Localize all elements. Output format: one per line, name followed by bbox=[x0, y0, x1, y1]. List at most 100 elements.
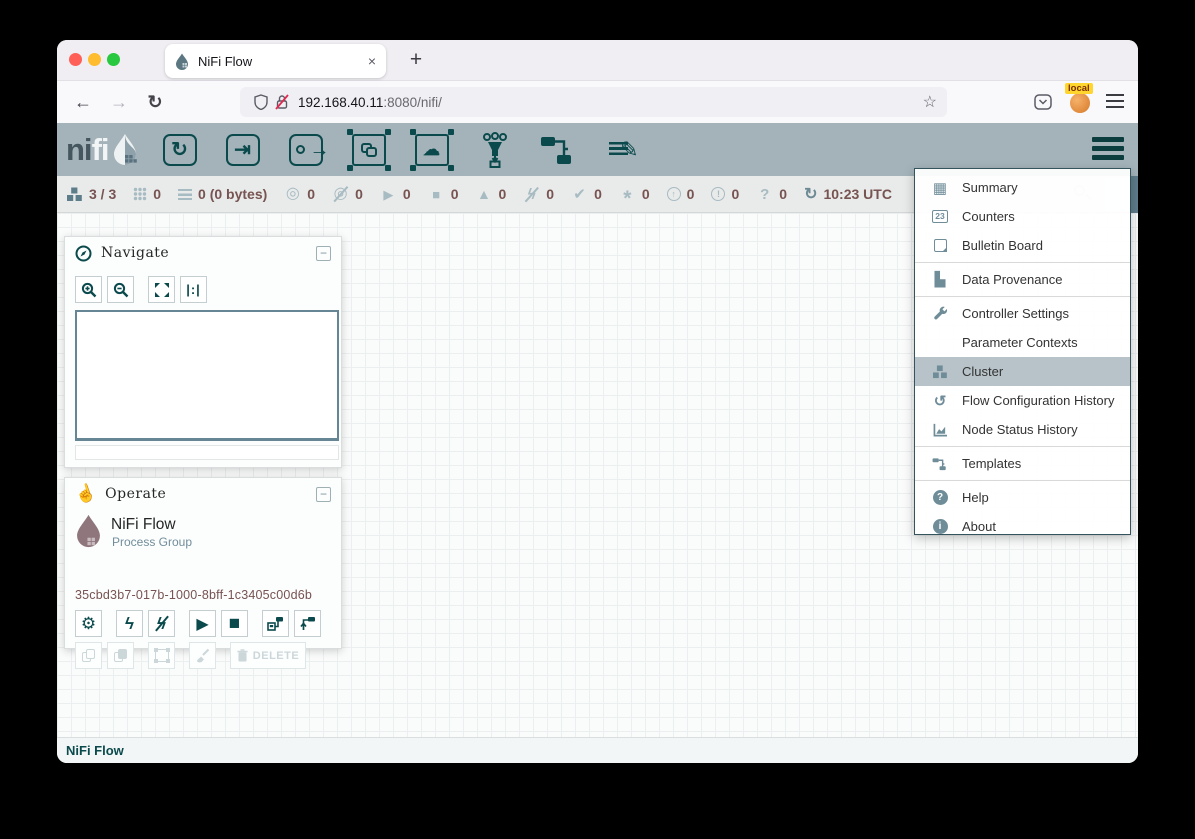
delete-button[interactable]: DELETE bbox=[230, 642, 306, 669]
refresh-icon[interactable]: ↻ bbox=[804, 184, 817, 204]
save-template-icon bbox=[267, 616, 284, 631]
transmitting-icon: ◎ bbox=[284, 186, 301, 202]
copy-button[interactable] bbox=[75, 642, 102, 669]
color-button[interactable] bbox=[189, 642, 216, 669]
processor-component[interactable]: ↻ bbox=[160, 131, 200, 169]
template-component[interactable] bbox=[538, 131, 578, 169]
zoom-fit-button[interactable] bbox=[148, 276, 175, 303]
profile-avatar[interactable] bbox=[1070, 93, 1090, 113]
tab-close-icon[interactable]: × bbox=[368, 53, 376, 69]
component-toolbar: ↻ ⇥ → ☁ bbox=[160, 131, 641, 169]
menu-item-flow-configuration-history[interactable]: ↺ Flow Configuration History bbox=[915, 386, 1130, 415]
trash-icon bbox=[237, 649, 248, 662]
save-template-button[interactable] bbox=[262, 610, 289, 637]
breadcrumb-bar: NiFi Flow bbox=[57, 737, 1138, 763]
reload-icon[interactable]: ↻ bbox=[139, 92, 171, 113]
check-icon: ✔ bbox=[571, 187, 588, 202]
funnel-component[interactable] bbox=[475, 131, 515, 169]
navigate-collapse-button[interactable]: − bbox=[316, 246, 331, 261]
menu-item-cluster[interactable]: Cluster bbox=[915, 357, 1130, 386]
summary-table-icon: ▦ bbox=[928, 179, 952, 197]
menu-item-node-status-history[interactable]: Node Status History bbox=[915, 415, 1130, 444]
output-port-component[interactable]: → bbox=[286, 131, 326, 169]
breadcrumb-root[interactable]: NiFi Flow bbox=[66, 743, 124, 758]
input-port-icon: ⇥ bbox=[234, 140, 251, 160]
logo-ni: ni bbox=[66, 134, 92, 165]
menu-item-parameter-contexts[interactable]: Parameter Contexts bbox=[915, 328, 1130, 357]
template-icon bbox=[540, 134, 576, 166]
output-port-icon bbox=[296, 145, 305, 154]
history-icon: ↺ bbox=[928, 392, 952, 410]
gear-icon: ⚙ bbox=[81, 615, 96, 632]
menu-item-templates[interactable]: Templates bbox=[915, 449, 1130, 478]
status-invalid: ▲ 0 bbox=[475, 186, 506, 202]
menu-label: Data Provenance bbox=[962, 272, 1062, 287]
url-bar[interactable]: 192.168.40.11:8080/nifi/ ☆ bbox=[240, 87, 947, 117]
operate-header[interactable]: ☝ Operate − bbox=[65, 478, 341, 510]
birdseye-minimap[interactable] bbox=[75, 310, 339, 441]
selected-component-id[interactable]: 35cbd3b7-017b-1000-8bff-1c3405c00d6b bbox=[75, 588, 312, 602]
info-icon: i bbox=[928, 519, 952, 534]
operate-collapse-button[interactable]: − bbox=[316, 487, 331, 502]
group-button[interactable] bbox=[148, 642, 175, 669]
menu-item-summary[interactable]: ▦ Summary bbox=[915, 173, 1130, 202]
status-transmitting: ◎ 0 bbox=[284, 186, 315, 202]
tracking-shield-icon[interactable] bbox=[254, 94, 268, 110]
birdseye-slider[interactable] bbox=[75, 445, 339, 460]
status-stale: ↑ 0 bbox=[667, 186, 695, 202]
last-refresh-time: 10:23 UTC bbox=[823, 186, 891, 202]
maximize-window-button[interactable] bbox=[107, 53, 120, 66]
zoom-actual-button[interactable]: |:| bbox=[180, 276, 207, 303]
new-tab-button[interactable]: + bbox=[401, 46, 431, 76]
menu-item-controller-settings[interactable]: Controller Settings bbox=[915, 299, 1130, 328]
cloud-icon: ☁ bbox=[423, 141, 440, 158]
insecure-lock-icon[interactable] bbox=[275, 94, 289, 110]
back-icon[interactable]: ← bbox=[67, 92, 99, 113]
zoom-out-button[interactable] bbox=[107, 276, 134, 303]
browser-navbar: ← → ↻ 192.168.40.11:8080/nifi/ ☆ local bbox=[57, 81, 1138, 123]
forward-icon[interactable]: → bbox=[103, 92, 135, 113]
tab-title: NiFi Flow bbox=[198, 54, 368, 69]
browser-menu-icon[interactable] bbox=[1106, 94, 1124, 108]
menu-item-about[interactable]: i About bbox=[915, 512, 1130, 541]
enable-button[interactable]: ϟ bbox=[116, 610, 143, 637]
paste-button[interactable] bbox=[107, 642, 134, 669]
stop-icon: ■ bbox=[229, 613, 240, 635]
menu-item-counters[interactable]: 23 Counters bbox=[915, 202, 1130, 231]
configure-button[interactable]: ⚙ bbox=[75, 610, 102, 637]
nifi-favicon bbox=[175, 53, 189, 70]
actual-size-icon: |:| bbox=[186, 282, 201, 297]
bulletin-board-icon bbox=[928, 239, 952, 252]
menu-label: Help bbox=[962, 490, 989, 505]
minimize-window-button[interactable] bbox=[88, 53, 101, 66]
global-menu-button[interactable] bbox=[1092, 137, 1124, 160]
pocket-icon[interactable] bbox=[1032, 91, 1054, 113]
start-button[interactable]: ▶ bbox=[189, 610, 216, 637]
navigate-header[interactable]: Navigate − bbox=[65, 237, 341, 269]
close-window-button[interactable] bbox=[69, 53, 82, 66]
stop-button[interactable]: ■ bbox=[221, 610, 248, 637]
status-locally-modified: * 0 bbox=[619, 184, 650, 205]
processor-icon: ↻ bbox=[171, 140, 188, 160]
menu-item-help[interactable]: ? Help bbox=[915, 483, 1130, 512]
menu-item-bulletin-board[interactable]: Bulletin Board bbox=[915, 231, 1130, 260]
input-port-component[interactable]: ⇥ bbox=[223, 131, 263, 169]
counters-icon: 23 bbox=[928, 210, 952, 223]
disable-button[interactable]: ϟ bbox=[148, 610, 175, 637]
zoom-in-button[interactable] bbox=[75, 276, 102, 303]
process-group-component[interactable] bbox=[349, 131, 389, 169]
url-text[interactable]: 192.168.40.11:8080/nifi/ bbox=[298, 95, 442, 110]
menu-item-data-provenance[interactable]: ▙ Data Provenance bbox=[915, 265, 1130, 294]
upload-template-button[interactable] bbox=[294, 610, 321, 637]
remote-process-group-component[interactable]: ☁ bbox=[412, 131, 452, 169]
lightning-slash-icon: ϟ bbox=[157, 615, 166, 632]
delete-label: DELETE bbox=[253, 650, 299, 662]
label-component[interactable]: ✎ bbox=[601, 131, 641, 169]
browser-tab[interactable]: NiFi Flow × bbox=[165, 44, 386, 78]
asterisk-icon: * bbox=[619, 188, 636, 209]
profile-badge: local bbox=[1065, 83, 1093, 94]
status-running: ▶ 0 bbox=[380, 186, 411, 202]
operate-body: NiFi Flow Process Group 35cbd3b7-017b-10… bbox=[65, 510, 341, 518]
lightning-icon: ϟ bbox=[125, 615, 134, 632]
bookmark-star-icon[interactable]: ☆ bbox=[923, 92, 937, 112]
